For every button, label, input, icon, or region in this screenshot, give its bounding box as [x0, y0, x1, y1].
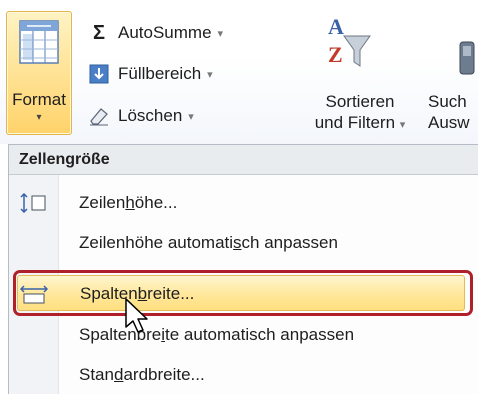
svg-text:Z: Z: [328, 42, 343, 67]
format-cells-icon: [19, 20, 59, 64]
highlight-annotation-frame: [13, 270, 473, 316]
dropdown-arrow-icon: ▾: [399, 119, 406, 131]
loeschen-label: Löschen: [118, 106, 183, 125]
chevron-down-icon: ▾: [36, 112, 42, 123]
suchen-auswaehlen-button[interactable]: Such Ausw: [428, 91, 478, 133]
suchen-label-line2: Ausw: [428, 113, 470, 132]
eraser-icon: [88, 105, 110, 127]
format-button[interactable]: Format ▾: [6, 11, 72, 135]
menu-item-zeilenhoehe-auto[interactable]: Zeilenhöhe automatisch anpassen: [9, 225, 478, 261]
dropdown-arrow-icon: ▾: [207, 68, 213, 81]
fuellbereich-label: Füllbereich: [118, 64, 202, 83]
svg-text:A: A: [328, 14, 344, 39]
menu-item-standardbreite[interactable]: Standardbreite...: [9, 357, 478, 393]
menu-item-label: Standardbreite...: [79, 365, 205, 384]
sortieren-label-line2: und Filtern: [314, 113, 396, 132]
sortieren-label-line1: Sortieren: [325, 92, 395, 111]
fuellbereich-button[interactable]: Füllbereich ▾: [88, 59, 213, 89]
row-height-icon: [20, 193, 46, 213]
format-label: Format: [12, 90, 66, 109]
menu-item-zeilenhoehe[interactable]: Zeilenhöhe...: [9, 185, 478, 221]
loeschen-button[interactable]: Löschen ▾: [88, 101, 194, 131]
format-dropdown-menu: Zellengröße Zeilenhöhe... Zeilenhöhe aut…: [8, 144, 478, 394]
menu-item-label: Spaltenbreite automatisch anpassen: [79, 325, 355, 344]
suchen-label-line1: Such: [428, 92, 467, 111]
dropdown-arrow-icon: ▾: [188, 110, 194, 123]
ribbon: Format ▾ Σ AutoSumme ▾ Füllbereich ▾ Lös…: [0, 0, 478, 144]
fill-down-icon: [88, 63, 110, 85]
mouse-pointer-icon: [125, 298, 148, 333]
menu-item-spaltenbreite-auto[interactable]: Spaltenbreite automatisch anpassen: [9, 317, 478, 353]
autosumme-button[interactable]: Σ AutoSumme ▾: [88, 18, 223, 48]
dropdown-arrow-icon: ▾: [217, 27, 224, 40]
binoculars-icon[interactable]: [458, 40, 478, 76]
autosumme-label: AutoSumme: [118, 23, 212, 42]
menu-item-label: Zeilenhöhe automatisch anpassen: [79, 233, 338, 252]
sortieren-filtern-button[interactable]: Sortieren und Filtern ▾: [298, 91, 422, 136]
sigma-icon: Σ: [92, 21, 105, 44]
sort-filter-icon[interactable]: A Z: [326, 14, 372, 74]
menu-section-header: Zellengröße: [9, 145, 478, 175]
menu-item-label: Zeilenhöhe...: [79, 193, 178, 212]
